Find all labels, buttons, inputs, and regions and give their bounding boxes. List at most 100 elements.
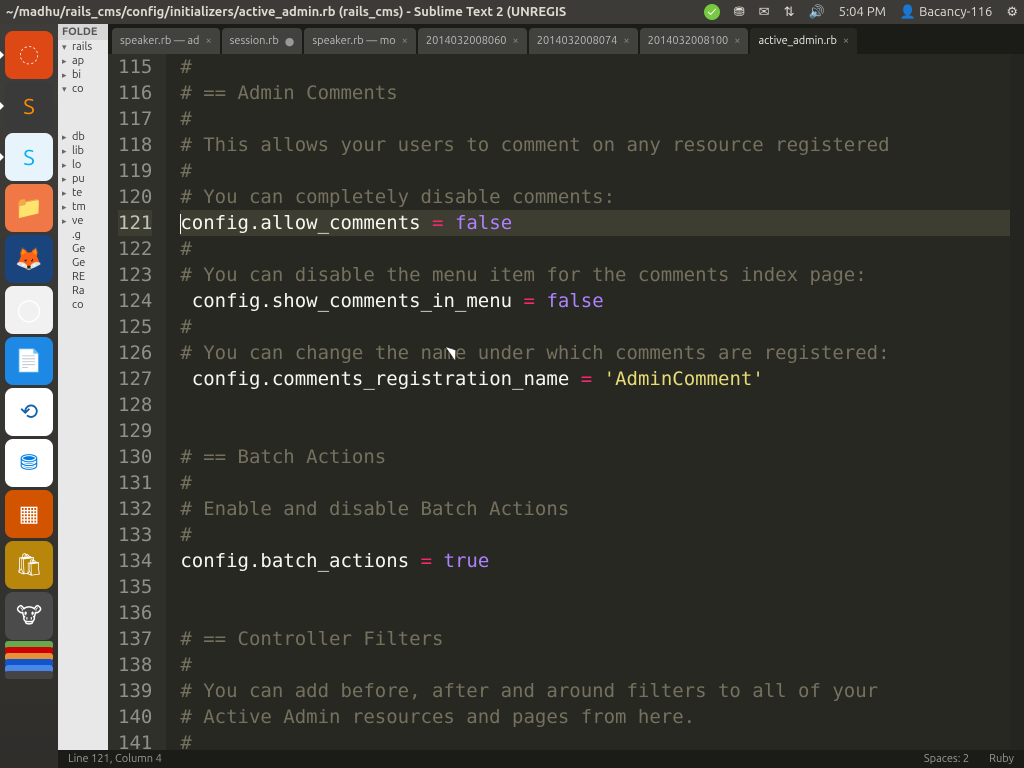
launcher-overflow[interactable]: [3, 643, 55, 679]
sidebar-item[interactable]: ▾co: [58, 82, 108, 96]
user-menu[interactable]: 👤 Bacancy-116: [900, 5, 992, 20]
sidebar-item[interactable]: ▸ap: [58, 54, 108, 68]
line-number[interactable]: 135: [118, 574, 152, 600]
line-number[interactable]: 129: [118, 418, 152, 444]
chrome-icon[interactable]: ◯: [5, 286, 53, 334]
code-line[interactable]: # You can change the name under which co…: [180, 340, 1024, 366]
line-number[interactable]: 122: [118, 236, 152, 262]
project-sidebar[interactable]: FOLDE ▾rails▸ap▸bi▾co▸db▸lib▸lo▸pu▸te▸tm…: [58, 24, 108, 750]
line-number[interactable]: 117: [118, 106, 152, 132]
dirty-icon[interactable]: [285, 35, 295, 48]
line-number[interactable]: 130: [118, 444, 152, 470]
tab[interactable]: active_admin.rb: [750, 28, 857, 54]
code-line[interactable]: # Active Admin resources and pages from …: [180, 704, 1024, 730]
code-line[interactable]: # You can disable the menu item for the …: [180, 262, 1024, 288]
code-line[interactable]: [180, 574, 1024, 600]
mail-icon[interactable]: ✉: [759, 5, 770, 20]
tab[interactable]: speaker.rb — mo: [304, 28, 416, 54]
code-line[interactable]: config.comments_registration_name = 'Adm…: [180, 366, 1024, 392]
sidebar-item[interactable]: ▸te: [58, 186, 108, 200]
line-number[interactable]: 127: [118, 366, 152, 392]
sidebar-item[interactable]: ▸bi: [58, 68, 108, 82]
syntax-setting[interactable]: Ruby: [989, 753, 1014, 765]
minimap[interactable]: [1010, 54, 1024, 750]
line-number[interactable]: 132: [118, 496, 152, 522]
gimp-icon[interactable]: 🐮: [5, 592, 53, 640]
sublime-icon[interactable]: S: [5, 82, 53, 130]
code-line[interactable]: # Enable and disable Batch Actions: [180, 496, 1024, 522]
line-number[interactable]: 131: [118, 470, 152, 496]
line-number[interactable]: 120: [118, 184, 152, 210]
code-line[interactable]: #: [180, 730, 1024, 750]
line-number[interactable]: 123: [118, 262, 152, 288]
sidebar-item[interactable]: RE: [58, 270, 108, 284]
code-line[interactable]: #: [180, 314, 1024, 340]
sidebar-item[interactable]: ▸lo: [58, 158, 108, 172]
close-icon[interactable]: [623, 35, 629, 47]
tab[interactable]: speaker.rb — ad: [112, 28, 220, 54]
indent-setting[interactable]: Spaces: 2: [924, 753, 969, 765]
close-icon[interactable]: [513, 35, 519, 47]
code-area[interactable]: ## == Admin Comments## This allows your …: [166, 54, 1024, 750]
code-line[interactable]: # You can add before, after and around f…: [180, 678, 1024, 704]
dropbox-icon[interactable]: ⛃: [5, 439, 53, 487]
dash-icon[interactable]: ◌: [5, 31, 53, 79]
skype-icon[interactable]: S: [5, 133, 53, 181]
sidebar-item[interactable]: Ra: [58, 284, 108, 298]
sidebar-item[interactable]: ▸ve: [58, 214, 108, 228]
code-line[interactable]: #: [180, 236, 1024, 262]
line-number[interactable]: 136: [118, 600, 152, 626]
firefox-icon[interactable]: 🦊: [5, 235, 53, 283]
line-number[interactable]: 121: [118, 210, 152, 236]
code-line[interactable]: # == Admin Comments: [180, 80, 1024, 106]
line-number[interactable]: 116: [118, 80, 152, 106]
line-number[interactable]: 137: [118, 626, 152, 652]
sidebar-item[interactable]: co: [58, 298, 108, 312]
code-line[interactable]: #: [180, 652, 1024, 678]
code-line[interactable]: # == Batch Actions: [180, 444, 1024, 470]
close-icon[interactable]: [402, 35, 408, 47]
sidebar-item[interactable]: ▾rails: [58, 40, 108, 54]
line-number[interactable]: 115: [118, 54, 152, 80]
code-line[interactable]: config.allow_comments = false: [180, 210, 1024, 236]
sidebar-item[interactable]: Ge: [58, 242, 108, 256]
code-line[interactable]: # This allows your users to comment on a…: [180, 132, 1024, 158]
code-line[interactable]: [180, 392, 1024, 418]
tab[interactable]: session.rb: [222, 28, 303, 54]
clock[interactable]: 5:04 PM: [839, 5, 886, 19]
code-line[interactable]: # == Controller Filters: [180, 626, 1024, 652]
line-number[interactable]: 124: [118, 288, 152, 314]
code-line[interactable]: #: [180, 158, 1024, 184]
tab[interactable]: 2014032008100: [640, 28, 749, 54]
code-line[interactable]: #: [180, 470, 1024, 496]
line-number[interactable]: 128: [118, 392, 152, 418]
line-gutter[interactable]: 1151161171181191201211221231241251261271…: [108, 54, 166, 750]
editor[interactable]: 1151161171181191201211221231241251261271…: [108, 54, 1024, 750]
dropbox-indicator-icon[interactable]: ⛃: [734, 5, 745, 20]
line-number[interactable]: 138: [118, 652, 152, 678]
sidebar-item[interactable]: ▸pu: [58, 172, 108, 186]
line-number[interactable]: 118: [118, 132, 152, 158]
files-icon[interactable]: 📁: [5, 184, 53, 232]
sidebar-item[interactable]: ▸tm: [58, 200, 108, 214]
line-number[interactable]: 139: [118, 678, 152, 704]
code-line[interactable]: #: [180, 54, 1024, 80]
close-icon[interactable]: [205, 35, 211, 47]
line-number[interactable]: 134: [118, 548, 152, 574]
sidebar-item[interactable]: ▸db: [58, 130, 108, 144]
writer-icon[interactable]: 📄: [5, 337, 53, 385]
code-line[interactable]: [180, 600, 1024, 626]
code-line[interactable]: #: [180, 106, 1024, 132]
software-icon[interactable]: 🛍: [5, 541, 53, 589]
sidebar-item[interactable]: .g: [58, 228, 108, 242]
cursor-position[interactable]: Line 121, Column 4: [68, 753, 162, 765]
line-number[interactable]: 140: [118, 704, 152, 730]
line-number[interactable]: 125: [118, 314, 152, 340]
code-line[interactable]: #: [180, 522, 1024, 548]
sync-ok-icon[interactable]: ✓: [704, 4, 720, 20]
close-icon[interactable]: [843, 35, 849, 47]
tab[interactable]: 2014032008074: [529, 28, 638, 54]
line-number[interactable]: 133: [118, 522, 152, 548]
sidebar-item[interactable]: ▸lib: [58, 144, 108, 158]
volume-icon[interactable]: 🔊: [808, 5, 824, 20]
